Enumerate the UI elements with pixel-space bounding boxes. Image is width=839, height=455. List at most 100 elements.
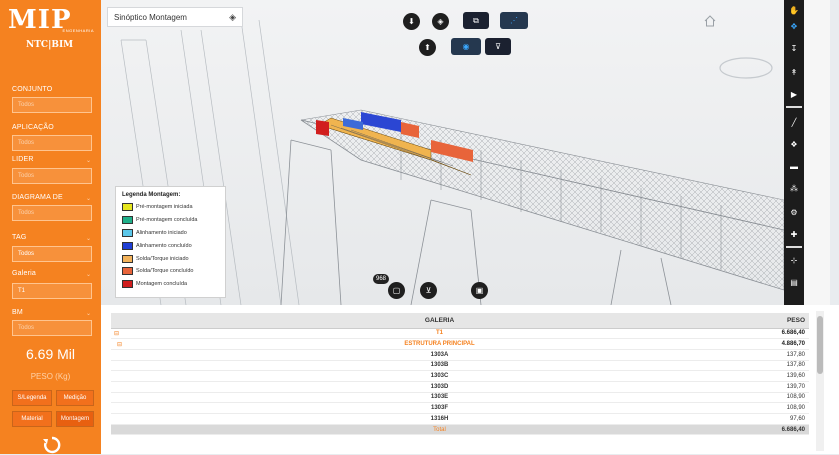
filter-input-bm[interactable]: Todos — [12, 320, 92, 336]
table-row[interactable]: ⊟ ESTRUTURA PRINCIPAL 4.886,70 — [111, 338, 809, 350]
logo-subtext: ENGENHARIA — [62, 28, 94, 33]
row-peso: 137,80 — [757, 349, 809, 361]
save-view-button[interactable]: ▣ — [471, 282, 488, 299]
model-icon[interactable]: ✚ — [784, 228, 804, 242]
filter-label-tag: TAG — [12, 234, 27, 241]
toolbar-divider — [786, 246, 802, 248]
chevron-down-icon[interactable]: ⌄ — [86, 271, 91, 278]
move-up-button[interactable]: ⬆ — [419, 39, 436, 56]
table-scrollbar-thumb[interactable] — [817, 316, 823, 374]
move-down-button[interactable]: ⬇ — [403, 13, 420, 30]
explode-icon[interactable]: ❖ — [784, 138, 804, 152]
row-peso: 137,80 — [757, 360, 809, 372]
filter-label-lider: LIDER — [12, 156, 34, 163]
viewer-toolbar: ✋ ✥ ↧ ↟ ▶ ╱ ❖ ▬ ⁂ ⚙ ✚ ⊹ ▤ — [784, 0, 804, 305]
galeria-table: GALERIA PESO ⊟ T1 6.686,40 ⊟ ESTRUTURA PRIN… — [111, 313, 809, 436]
section-box-button[interactable]: ⧉ — [463, 12, 489, 29]
row-name: T1 — [122, 328, 757, 340]
s-legenda-button[interactable]: S/Legenda — [12, 390, 52, 406]
walk-up-icon[interactable]: ↟ — [784, 66, 804, 80]
measure-icon[interactable]: ╱ — [784, 116, 804, 130]
peso-total-value: 6.69 Mil — [25, 346, 76, 362]
folder-icon[interactable]: ▬ — [784, 160, 804, 174]
table-total-row: Total 6.686,40 — [111, 424, 809, 436]
element-count-badge: 968 — [373, 274, 390, 284]
toolbar-divider — [786, 106, 802, 108]
material-button[interactable]: Material — [12, 411, 52, 427]
clear-filter-button[interactable]: ⊻ — [420, 282, 437, 299]
layers-icon[interactable]: ◈ — [229, 12, 236, 23]
filter-label-diagrama: DIAGRAMA DE — [12, 194, 63, 201]
mip-logo: MIP ENGENHARIA — [8, 6, 94, 36]
camera-icon[interactable]: ▶ — [784, 88, 804, 102]
home-icon[interactable] — [704, 15, 716, 27]
chevron-down-icon[interactable]: ⌄ — [86, 157, 91, 164]
filter-input-conjunto[interactable]: Todos — [12, 97, 92, 113]
chevron-down-icon[interactable]: ⌄ — [86, 235, 91, 242]
target-button[interactable]: ◉ — [451, 38, 481, 55]
filter-input-aplicacao[interactable]: Todos — [12, 135, 92, 151]
legend-swatch — [122, 254, 133, 263]
legend-label: Alinhamento iniciado — [136, 229, 187, 236]
row-peso: 139,60 — [757, 370, 809, 382]
legend-label: Pré-montagem iniciada — [136, 204, 193, 211]
viewer-scrollbar[interactable] — [804, 0, 830, 305]
row-name: 1303D — [122, 381, 757, 393]
table-row[interactable]: 1303B 137,80 — [111, 360, 809, 372]
properties-icon[interactable]: ▤ — [784, 276, 804, 290]
hand-icon[interactable]: ✋ — [784, 4, 804, 18]
collapse-icon[interactable]: ⊟ — [111, 338, 123, 350]
row-peso: 139,70 — [757, 381, 809, 393]
legend: Legenda Montagem: Pré-montagem iniciada … — [115, 186, 226, 298]
column-header-galeria[interactable]: GALERIA — [122, 313, 757, 329]
row-name: 1303C — [122, 370, 757, 382]
legend-item: Alinhamento iniciado — [122, 227, 219, 240]
table-scrollbar[interactable] — [816, 311, 824, 451]
filter-select-tag[interactable]: Todos — [12, 246, 92, 262]
table-row[interactable]: 1303E 108,90 — [111, 392, 809, 404]
legend-item: Alinhamento concluído — [122, 239, 219, 252]
legend-label: Alinhamento concluído — [136, 242, 192, 249]
product-name: NTC|BIM — [26, 40, 74, 50]
row-name: 1303A — [122, 349, 757, 361]
column-header-peso[interactable]: PESO — [757, 313, 809, 329]
legend-item: Pré-montagem iniciada — [122, 201, 219, 214]
montagem-button[interactable]: Montagem — [56, 411, 94, 427]
structure-icon[interactable]: ⁂ — [784, 182, 804, 196]
table-row[interactable]: 1303A 137,80 — [111, 349, 809, 361]
legend-item: Montagem concluída — [122, 278, 219, 291]
legend-swatch — [122, 216, 133, 225]
table-row[interactable]: ⊟ T1 6.686,40 — [111, 328, 809, 340]
filter-input-diagrama[interactable]: Todos — [12, 205, 92, 221]
selection-box-button[interactable]: ▢ — [388, 282, 405, 299]
row-peso: 97,60 — [757, 413, 809, 425]
filter-select-galeria[interactable]: T1 — [12, 283, 92, 299]
orbit-button[interactable]: ◈ — [432, 13, 449, 30]
3d-viewer[interactable]: Sinóptico Montagem ◈ ⬇ ◈ ⧉ ⋰ ⬆ ◉ ⊽ Legen… — [101, 0, 830, 305]
legend-label: Solda/Torque iniciado — [136, 255, 189, 262]
settings-icon[interactable]: ⚙ — [784, 206, 804, 220]
filter-input-lider[interactable]: Todos — [12, 168, 92, 184]
legend-item: Pré-montagem concluída — [122, 214, 219, 227]
table-row[interactable]: 1303D 139,70 — [111, 381, 809, 393]
collapse-icon[interactable]: ⊟ — [111, 328, 123, 340]
row-name: ESTRUTURA PRINCIPAL — [122, 338, 757, 350]
table-row[interactable]: 1316H 97,60 — [111, 413, 809, 425]
wireframe-button[interactable]: ⋰ — [500, 12, 528, 29]
filter-button[interactable]: ⊽ — [485, 38, 511, 55]
peso-total-label: PESO (Kg) — [30, 372, 71, 381]
row-peso: 6.686,40 — [757, 328, 809, 340]
chevron-down-icon[interactable]: ⌄ — [86, 310, 91, 317]
legend-label: Montagem concluída — [136, 281, 188, 288]
pan-icon[interactable]: ✥ — [784, 20, 804, 34]
table-row[interactable]: 1303C 139,60 — [111, 370, 809, 382]
chevron-down-icon[interactable]: ⌄ — [86, 195, 91, 202]
view-selector[interactable]: Sinóptico Montagem ◈ — [107, 7, 243, 27]
medicao-button[interactable]: Medição — [56, 390, 94, 406]
refresh-icon[interactable] — [42, 435, 62, 455]
walk-down-icon[interactable]: ↧ — [784, 42, 804, 56]
galeria-table-panel: GALERIA PESO ⊟ T1 6.686,40 ⊟ ESTRUTURA PRIN… — [101, 305, 839, 454]
table-row[interactable]: 1303F 108,90 — [111, 402, 809, 414]
tree-icon[interactable]: ⊹ — [784, 254, 804, 268]
legend-label: Solda/Torque concluído — [136, 268, 194, 275]
